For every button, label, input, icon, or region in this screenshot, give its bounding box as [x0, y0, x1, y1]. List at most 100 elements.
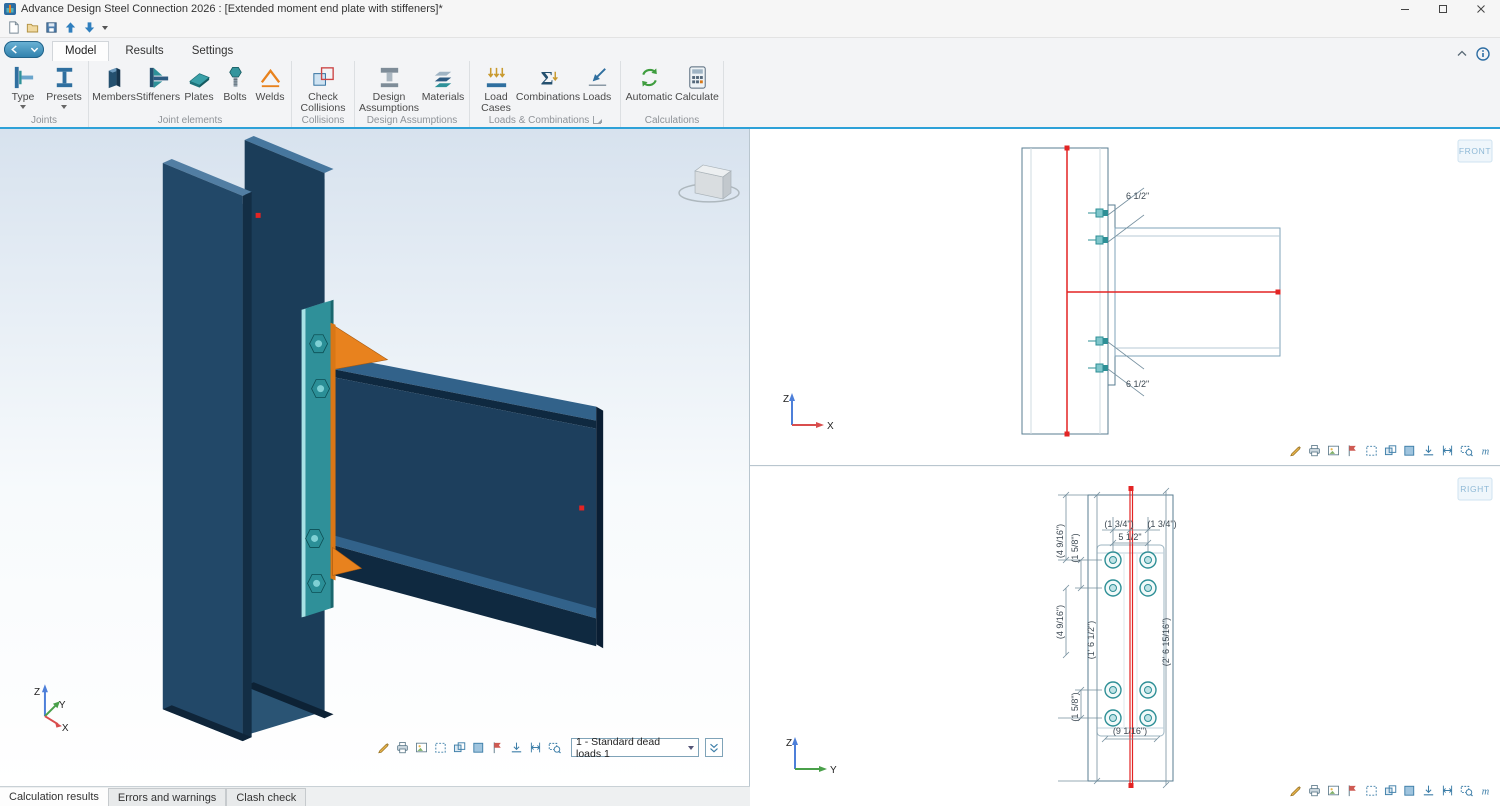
view-shaded-button[interactable]: [470, 739, 487, 756]
right-dim-left-5: (1 5/8"): [1070, 692, 1080, 721]
load-cases-button[interactable]: Load Cases: [473, 62, 519, 114]
view-cube[interactable]: [678, 164, 740, 203]
view-shaded-button[interactable]: [1401, 782, 1418, 799]
fit-height-button[interactable]: [1439, 442, 1456, 459]
members-button[interactable]: Members: [92, 62, 136, 114]
measure-button[interactable]: [1477, 442, 1494, 459]
collapse-ribbon-icon[interactable]: [1456, 48, 1468, 60]
welds-button[interactable]: Welds: [252, 62, 288, 114]
double-chevron-down-icon: [707, 741, 721, 755]
view-shaded-button[interactable]: [1401, 442, 1418, 459]
ribbon-group-label-text: Loads & Combinations: [488, 115, 590, 126]
save-button[interactable]: [42, 19, 61, 37]
view-wireframe-button[interactable]: [1382, 782, 1399, 799]
front-end-plate: [1107, 204, 1116, 386]
viewport-front[interactable]: 6 1/2" 6 1/2" FRONT Z X: [750, 129, 1500, 466]
align-bottom-icon: [1421, 783, 1436, 798]
front-dim-bottom: 6 1/2": [1126, 379, 1149, 389]
welds-icon: [260, 68, 280, 88]
tab-clash-check[interactable]: Clash check: [226, 788, 307, 806]
snapshot-button[interactable]: [413, 739, 430, 756]
automatic-button[interactable]: Automatic: [624, 62, 674, 114]
align-bottom-button[interactable]: [1420, 442, 1437, 459]
check-collisions-button[interactable]: Check Collisions: [295, 62, 351, 114]
selection-button[interactable]: [1363, 442, 1380, 459]
design-assumptions-button[interactable]: Design Assumptions: [358, 62, 420, 114]
close-button[interactable]: [1462, 0, 1500, 18]
print-button[interactable]: [394, 739, 411, 756]
flag-button[interactable]: [489, 739, 506, 756]
fit-height-button[interactable]: [1439, 782, 1456, 799]
tab-errors-warnings[interactable]: Errors and warnings: [107, 788, 227, 806]
maximize-icon: [1439, 5, 1447, 13]
svg-text:Σ: Σ: [540, 68, 553, 89]
bolts-button[interactable]: Bolts: [218, 62, 252, 114]
selection-button[interactable]: [432, 739, 449, 756]
tab-calculation-results[interactable]: Calculation results: [0, 788, 108, 806]
right-view-canvas[interactable]: (1 3/4") (1 3/4") 5 1/2" (4 9/16") (1 5/…: [750, 467, 1500, 806]
print-button[interactable]: [1306, 442, 1323, 459]
quick-access-dropdown-icon[interactable]: [102, 25, 108, 30]
edit-button[interactable]: [1287, 782, 1304, 799]
presets-button[interactable]: Presets: [43, 62, 85, 114]
axis-triad-3d: Z Y X: [34, 684, 69, 734]
measure-button[interactable]: [1477, 782, 1494, 799]
align-bottom-button[interactable]: [1420, 782, 1437, 799]
materials-button[interactable]: Materials: [420, 62, 466, 114]
arrow-up-icon: [65, 22, 76, 33]
edit-button[interactable]: [375, 739, 392, 756]
tab-model[interactable]: Model: [52, 41, 110, 61]
info-icon[interactable]: [1476, 47, 1490, 61]
plates-button[interactable]: Plates: [180, 62, 218, 114]
check-collisions-icon: [312, 67, 334, 86]
viewport-3d[interactable]: Z Y X 1 - Standard dead loads 1: [0, 129, 750, 786]
load-case-selector[interactable]: 1 - Standard dead loads 1: [571, 736, 699, 760]
move-down-button[interactable]: [80, 19, 99, 37]
snapshot-button[interactable]: [1325, 442, 1342, 459]
zoom-window-button[interactable]: [1458, 442, 1475, 459]
app-menu-button[interactable]: [4, 41, 44, 58]
axis-label-y: Y: [59, 700, 66, 711]
fit-height-button[interactable]: [527, 739, 544, 756]
loads-button[interactable]: Loads: [577, 62, 617, 114]
type-button[interactable]: Type: [3, 62, 43, 114]
snapshot-button[interactable]: [1325, 782, 1342, 799]
right-dim-right-1: (2' 6 15/16"): [1161, 618, 1171, 666]
selection-button[interactable]: [1363, 782, 1380, 799]
tab-settings[interactable]: Settings: [180, 42, 246, 61]
stiffeners-button[interactable]: Stiffeners: [136, 62, 180, 114]
open-button[interactable]: [23, 19, 42, 37]
view-wireframe-button[interactable]: [451, 739, 468, 756]
new-document-button[interactable]: [4, 19, 23, 37]
align-bottom-button[interactable]: [508, 739, 525, 756]
right-dim-left-3: (4 9/16"): [1055, 605, 1065, 639]
print-icon: [1307, 783, 1322, 798]
beam-3d[interactable]: [330, 354, 604, 649]
zoom-window-button[interactable]: [1458, 782, 1475, 799]
application-window: Advance Design Steel Connection 2026 : […: [0, 0, 1500, 806]
tab-results[interactable]: Results: [113, 42, 175, 61]
print-button[interactable]: [1306, 782, 1323, 799]
right-dim-bottom: (9 1/16"): [1113, 726, 1147, 736]
combinations-button[interactable]: Σ Combinations: [516, 62, 580, 114]
grip-beam[interactable]: [579, 505, 585, 511]
edit-button[interactable]: [1287, 442, 1304, 459]
expand-panel-button[interactable]: [705, 738, 723, 757]
minimize-button[interactable]: [1386, 0, 1424, 18]
flag-button[interactable]: [1344, 442, 1361, 459]
loads-combinations-dialog-launcher-icon[interactable]: [593, 116, 603, 124]
axis-label-x: X: [62, 723, 69, 734]
zoom-window-button[interactable]: [546, 739, 563, 756]
calculate-button[interactable]: Calculate: [674, 62, 720, 114]
front-view-canvas[interactable]: 6 1/2" 6 1/2" FRONT Z X: [750, 129, 1500, 466]
maximize-button[interactable]: [1424, 0, 1462, 18]
view-wireframe-button[interactable]: [1382, 442, 1399, 459]
viewport-right[interactable]: (1 3/4") (1 3/4") 5 1/2" (4 9/16") (1 5/…: [750, 467, 1500, 806]
combinations-sigma-icon: Σ: [540, 68, 558, 89]
grip-column[interactable]: [255, 212, 261, 218]
flag-button[interactable]: [1344, 782, 1361, 799]
stiffeners-icon: [149, 67, 168, 89]
right-dim-top-left: (1 3/4"): [1104, 519, 1133, 529]
move-up-button[interactable]: [61, 19, 80, 37]
model-3d-canvas[interactable]: Z Y X: [0, 129, 749, 785]
